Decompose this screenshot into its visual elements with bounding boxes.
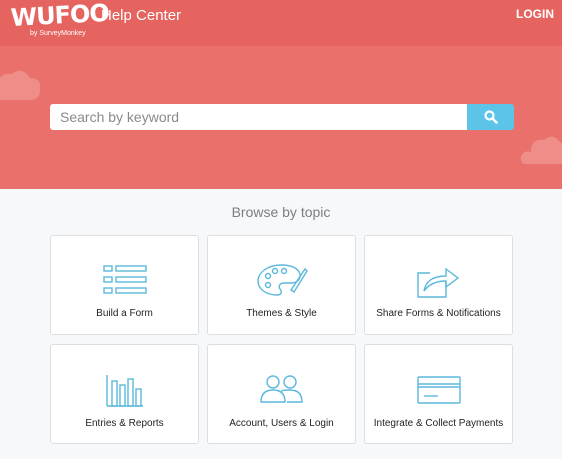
topic-card-share-forms[interactable]: Share Forms & Notifications	[364, 235, 513, 335]
header-bar: WUFOO by SurveyMonkey Help Center LOGIN	[0, 0, 562, 46]
topic-card-account-users[interactable]: Account, Users & Login	[207, 344, 356, 444]
topic-label: Build a Form	[96, 308, 153, 319]
users-icon	[259, 375, 303, 403]
wufoo-logo[interactable]: WUFOO by SurveyMonkey	[10, 0, 110, 40]
logo-wordmark: WUFOO	[10, 0, 110, 32]
topic-label: Entries & Reports	[85, 418, 164, 429]
credit-card-icon	[416, 376, 461, 404]
topic-card-themes-style[interactable]: Themes & Style	[207, 235, 356, 335]
browse-heading: Browse by topic	[231, 204, 331, 220]
search-icon	[483, 110, 498, 124]
form-builder-icon	[102, 265, 147, 294]
bar-chart-icon	[105, 375, 143, 407]
page-title: Help Center	[101, 7, 182, 24]
logo-subtext: by SurveyMonkey	[30, 30, 86, 37]
topic-label: Share Forms & Notifications	[376, 308, 501, 319]
topic-label: Themes & Style	[246, 308, 317, 319]
topic-card-build-a-form[interactable]: Build a Form	[50, 235, 199, 335]
topic-card-entries-reports[interactable]: Entries & Reports	[50, 344, 199, 444]
search-input[interactable]	[50, 104, 467, 130]
share-icon	[416, 267, 459, 298]
cloud-right-icon	[520, 136, 562, 164]
palette-icon	[256, 264, 308, 296]
login-link[interactable]: LOGIN	[516, 7, 554, 21]
topic-label: Integrate & Collect Payments	[373, 418, 504, 429]
search-button[interactable]	[467, 104, 514, 130]
cloud-left-icon	[0, 70, 41, 100]
topic-label: Account, Users & Login	[229, 418, 334, 429]
topic-card-integrate-payments[interactable]: Integrate & Collect Payments	[364, 344, 513, 444]
